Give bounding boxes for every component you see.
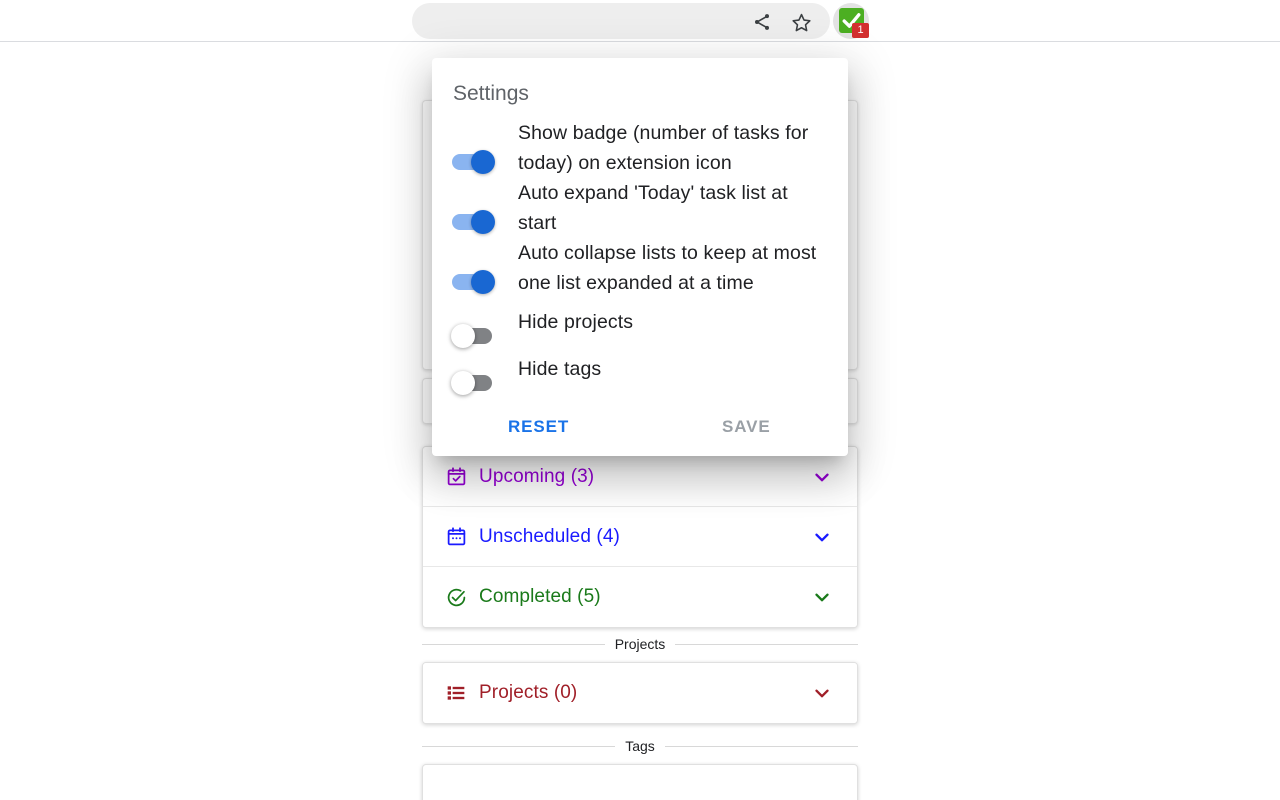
list-row-projects[interactable]: Projects (0) bbox=[423, 663, 857, 723]
settings-options: Show badge (number of tasks for today) o… bbox=[432, 118, 848, 395]
setting-label: Auto expand 'Today' task list at start bbox=[518, 182, 788, 234]
toggle-thumb bbox=[471, 270, 495, 294]
bookmark-star-icon[interactable] bbox=[788, 9, 814, 35]
chevron-down-icon[interactable] bbox=[811, 526, 833, 548]
check-circle-icon bbox=[445, 586, 467, 608]
setting-hide-tags[interactable]: Hide tags bbox=[432, 345, 848, 395]
divider-line-right bbox=[664, 745, 859, 747]
task-list-group: Upcoming (3) Unscheduled (4) Completed (… bbox=[422, 446, 858, 628]
chevron-down-icon[interactable] bbox=[811, 682, 833, 704]
divider-line-left bbox=[422, 745, 616, 747]
setting-label: Auto collapse lists to keep at most one … bbox=[518, 242, 817, 294]
toolbar-divider bbox=[0, 41, 1280, 42]
toggle-thumb bbox=[471, 150, 495, 174]
setting-label: Hide projects bbox=[518, 310, 634, 333]
browser-toolbar: 1 bbox=[0, 0, 1280, 42]
reset-button[interactable]: RESET bbox=[508, 412, 569, 442]
projects-card: Projects (0) bbox=[422, 662, 858, 724]
calendar-icon bbox=[445, 526, 467, 548]
divider-line-right bbox=[675, 643, 859, 645]
toggle-thumb bbox=[451, 370, 475, 395]
settings-dialog: Settings Show badge (number of tasks for… bbox=[432, 58, 848, 456]
calendar-check-icon bbox=[445, 466, 467, 488]
divider-line-left bbox=[422, 643, 605, 645]
setting-label: Show badge (number of tasks for today) o… bbox=[518, 122, 809, 174]
dialog-actions: RESET SAVE bbox=[432, 398, 848, 456]
divider-label: Projects bbox=[614, 636, 666, 652]
list-icon bbox=[445, 682, 467, 704]
extension-icon-button[interactable]: 1 bbox=[833, 3, 869, 39]
setting-hide-projects[interactable]: Hide projects bbox=[432, 298, 848, 348]
toggle-thumb bbox=[451, 323, 475, 348]
list-row-label: Projects (0) bbox=[479, 682, 578, 703]
setting-auto-expand[interactable]: Auto expand 'Today' task list at start bbox=[432, 178, 848, 238]
extension-badge: 1 bbox=[852, 23, 869, 38]
tags-card[interactable] bbox=[422, 764, 858, 800]
divider-label: Tags bbox=[625, 738, 655, 754]
list-row-completed[interactable]: Completed (5) bbox=[423, 567, 857, 627]
dialog-title: Settings bbox=[453, 82, 529, 105]
list-row-label: Completed (5) bbox=[479, 586, 601, 607]
list-row-upcoming[interactable]: Upcoming (3) bbox=[423, 447, 857, 507]
share-icon[interactable] bbox=[749, 9, 775, 35]
save-button[interactable]: SAVE bbox=[722, 412, 771, 442]
setting-show-badge[interactable]: Show badge (number of tasks for today) o… bbox=[432, 118, 848, 178]
list-row-label: Upcoming (3) bbox=[479, 465, 595, 487]
screen: 1 Upcoming (3) Unscheduled (4) Completed… bbox=[0, 0, 1280, 800]
setting-label: Hide tags bbox=[518, 357, 602, 380]
chevron-down-icon[interactable] bbox=[811, 586, 833, 608]
toolbar-icons bbox=[745, 9, 825, 35]
tags-section-divider: Tags bbox=[422, 736, 859, 756]
setting-auto-collapse[interactable]: Auto collapse lists to keep at most one … bbox=[432, 238, 848, 298]
chevron-down-icon[interactable] bbox=[811, 466, 833, 488]
list-row-unscheduled[interactable]: Unscheduled (4) bbox=[423, 507, 857, 567]
list-row-label: Unscheduled (4) bbox=[479, 525, 620, 547]
toggle-thumb bbox=[471, 210, 495, 234]
projects-section-divider: Projects bbox=[422, 634, 859, 654]
